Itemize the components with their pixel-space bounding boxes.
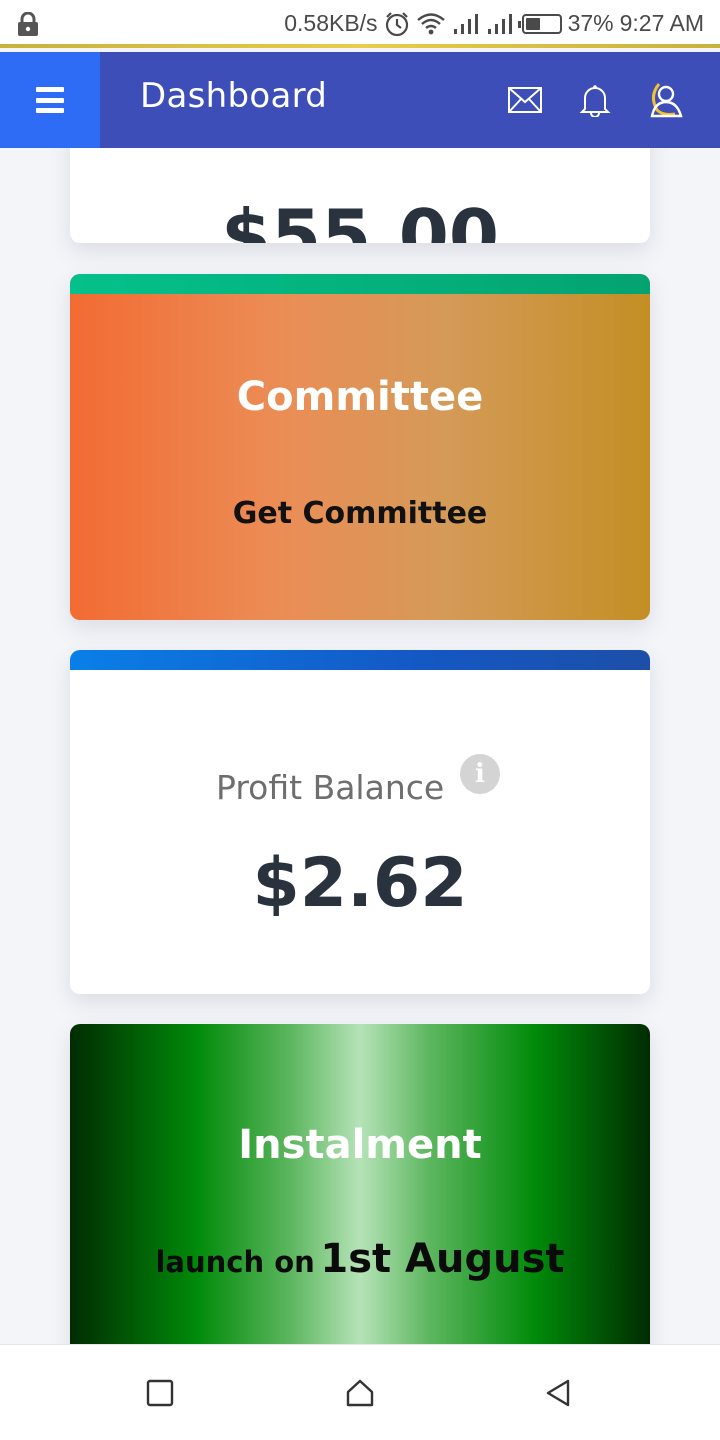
instalment-card[interactable]: Instalment launch on 1st August [70, 1024, 650, 1364]
page-title: Dashboard [140, 76, 328, 116]
back-button[interactable] [538, 1373, 578, 1413]
bell-icon [579, 85, 611, 117]
notifications-button[interactable] [571, 76, 619, 124]
status-indicators: 0.58KB/s 37% 9:27 AM [284, 10, 704, 37]
recent-apps-button[interactable] [140, 1373, 180, 1413]
profile-button[interactable] [641, 76, 689, 124]
wifi-icon [416, 12, 445, 34]
system-nav-bar [0, 1344, 720, 1440]
home-button[interactable] [340, 1373, 380, 1413]
menu-button[interactable] [0, 52, 100, 148]
back-icon [546, 1379, 570, 1407]
clock-time: 9:27 AM [619, 10, 704, 36]
battery-icon [517, 13, 562, 34]
get-committee-link[interactable]: Get Committee [70, 496, 650, 531]
profit-balance-label: Profit Balance [216, 768, 445, 807]
network-speed: 0.58KB/s [284, 10, 378, 36]
signal-icon [453, 13, 478, 34]
alarm-icon [385, 11, 408, 36]
profit-balance-card: Profit Balance i $2.62 [70, 650, 650, 994]
launch-notice: launch on 1st August [70, 1236, 650, 1282]
launch-date: 1st August [320, 1236, 565, 1282]
committee-card[interactable]: Committee Get Committee [70, 274, 650, 620]
mail-icon [508, 87, 542, 113]
info-icon[interactable]: i [460, 754, 500, 794]
status-divider [0, 44, 720, 48]
menu-icon [36, 87, 64, 113]
app-bar: Dashboard [0, 52, 720, 148]
user-profile-icon [650, 83, 683, 118]
mail-button[interactable] [501, 76, 549, 124]
signal-icon [487, 13, 512, 34]
profit-balance-value: $2.62 [252, 844, 468, 923]
battery-percent: 37% [567, 10, 614, 36]
launch-prefix: launch on [155, 1245, 315, 1279]
instalment-title: Instalment [238, 1122, 482, 1168]
recent-apps-icon [146, 1379, 174, 1407]
card-accent-strip [70, 650, 650, 670]
card-accent-strip [70, 274, 650, 294]
committee-title: Committee [236, 374, 484, 420]
lock-icon [18, 12, 38, 36]
balance-amount: $55.00 [221, 194, 499, 243]
status-bar: 0.58KB/s 37% 9:27 AM [0, 0, 720, 48]
home-icon [346, 1379, 374, 1407]
